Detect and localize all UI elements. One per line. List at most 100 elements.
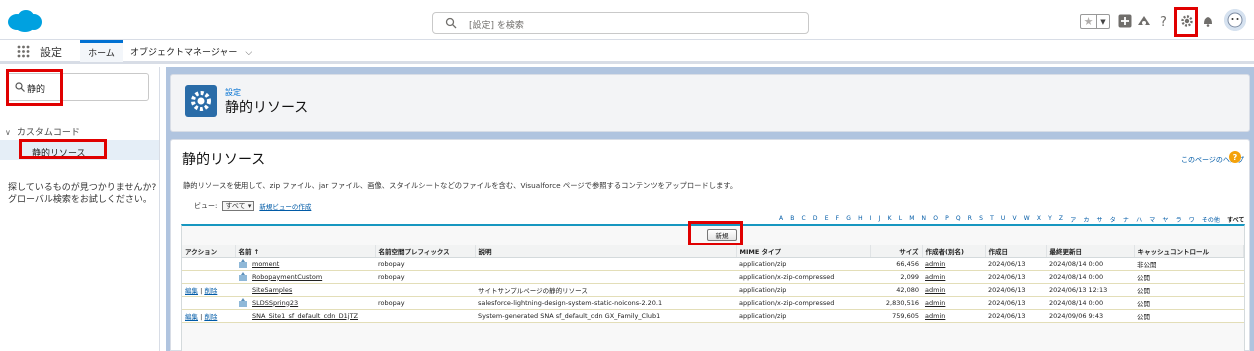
star-icon[interactable]: ★ [1081, 15, 1096, 28]
alpha-filter-letter[interactable]: ア [1070, 215, 1076, 224]
delete-link[interactable]: 削除 [204, 287, 217, 295]
col-header-namespace[interactable]: 名前空間プレフィックス [375, 245, 476, 258]
alpha-filter-letter[interactable]: カ [1083, 215, 1089, 224]
col-header-description[interactable]: 説明 [475, 245, 737, 258]
col-header-size[interactable]: サイズ [870, 245, 923, 258]
chevron-down-icon[interactable]: ⌵ [245, 48, 252, 58]
resource-name-link[interactable]: moment [252, 260, 279, 268]
alpha-filter-letter[interactable]: A [779, 215, 783, 224]
col-header-name[interactable]: 名前 ↑ [235, 245, 376, 258]
row-size: 2,099 [870, 270, 922, 284]
alpha-filter-letter[interactable]: ワ [1189, 215, 1195, 224]
alpha-filter-letter[interactable]: タ [1110, 215, 1116, 224]
salesforce-logo[interactable] [7, 9, 43, 33]
alpha-filter-letter[interactable]: ヤ [1162, 215, 1168, 224]
alpha-filter-letter[interactable]: O [933, 215, 938, 224]
alpha-filter-letter[interactable]: F [836, 215, 839, 224]
help-icon[interactable]: ? [1157, 14, 1171, 28]
alpha-filter-letter[interactable]: H [858, 215, 863, 224]
table-row: 編集 | 削除 SNA_Site1_sf_default_cdn_D1jTZ S… [182, 309, 1244, 323]
col-header-cache[interactable]: キャッシュコントロール [1134, 245, 1244, 258]
global-search-input[interactable]: [設定] を検索 [432, 12, 809, 34]
row-cache: 公開 [1134, 283, 1244, 297]
alpha-filter-letter[interactable]: M [909, 215, 914, 224]
alpha-filter-letter[interactable]: Z [1059, 215, 1063, 224]
alpha-filter-letter[interactable]: サ [1097, 215, 1103, 224]
edit-link[interactable]: 編集 [185, 287, 198, 295]
col-header-author[interactable]: 作成者(別名) [922, 245, 986, 258]
setup-sidebar: 静的 ∨ カスタムコード 静的リソース 探しているものが見つかりませんか? グロー… [0, 67, 160, 351]
page-header: 設定 静的リソース [170, 74, 1250, 132]
author-link[interactable]: admin [925, 273, 945, 281]
author-link[interactable]: admin [925, 299, 945, 307]
table-header-row: アクション 名前 ↑ 名前空間プレフィックス 説明 MIME タイプ サイズ 作… [182, 245, 1244, 258]
alpha-filter-letter[interactable]: ラ [1176, 215, 1182, 224]
row-description [475, 270, 736, 284]
tree-section-custom-code[interactable]: ∨ カスタムコード [5, 125, 80, 138]
tab-object-manager[interactable]: オブジェクトマネージャー ⌵ [130, 45, 252, 58]
notification-bell-icon[interactable] [1201, 14, 1215, 28]
alpha-filter-letter[interactable]: ハ [1136, 215, 1142, 224]
highlight-static-resources [19, 139, 107, 159]
resource-name-link[interactable]: SiteSamples [252, 286, 292, 294]
row-name-cell: SNA_Site1_sf_default_cdn_D1jTZ [235, 309, 375, 323]
app-launcher-icon[interactable] [17, 45, 30, 58]
author-link[interactable]: admin [925, 312, 945, 320]
sidebar-help-text: 探しているものが見つかりませんか? グローバル検索をお試しください。 [8, 183, 157, 205]
alpha-filter-letter[interactable]: Y [1048, 215, 1052, 224]
row-actions [182, 257, 235, 271]
alpha-filter-letter[interactable]: L [899, 215, 902, 224]
trailhead-icon[interactable] [1137, 14, 1151, 28]
favorites-control[interactable]: ★ ▼ [1080, 14, 1110, 29]
alpha-filter-letter[interactable]: E [825, 215, 829, 224]
alpha-filter-letter[interactable]: C [802, 215, 806, 224]
view-select[interactable]: すべて ▾ [222, 201, 255, 211]
col-header-created[interactable]: 作成日 [985, 245, 1047, 258]
row-size: 2,830,516 [870, 296, 922, 310]
alpha-filter-letter[interactable]: U [1001, 215, 1005, 224]
alpha-filter-letter[interactable]: S [979, 215, 983, 224]
table-row: SLDSSpring23 robopay salesforce-lightnin… [182, 296, 1244, 310]
help-icon[interactable]: ? [1229, 151, 1241, 163]
tab-home[interactable]: ホーム [80, 40, 123, 62]
author-link[interactable]: admin [925, 260, 945, 268]
chevron-down-icon[interactable]: ▼ [1096, 15, 1109, 28]
resource-name-link[interactable]: SLDSSpring23 [252, 299, 298, 307]
alpha-filter-letter[interactable]: ナ [1123, 215, 1129, 224]
alpha-filter-letter[interactable]: G [846, 215, 851, 224]
row-name-cell: moment [235, 257, 375, 271]
alpha-filter-letter[interactable]: V [1012, 215, 1016, 224]
alpha-filter-letter[interactable]: T [990, 215, 994, 224]
setup-gear-icon[interactable] [1180, 14, 1194, 28]
resource-name-link[interactable]: SNA_Site1_sf_default_cdn_D1jTZ [252, 312, 358, 320]
new-view-link[interactable]: 新規ビューの作成 [259, 201, 311, 211]
col-header-action: アクション [182, 245, 236, 258]
row-cache: 非公開 [1134, 257, 1244, 271]
alpha-filter-letter[interactable]: D [813, 215, 818, 224]
alpha-filter-letter[interactable]: P [945, 215, 949, 224]
alpha-filter-other[interactable]: その他 [1202, 215, 1220, 224]
delete-link[interactable]: 削除 [204, 313, 217, 321]
alpha-filter-letter[interactable]: X [1037, 215, 1041, 224]
alpha-filter-letter[interactable]: N [922, 215, 927, 224]
user-avatar[interactable] [1224, 9, 1246, 31]
alpha-filter-letter[interactable]: W [1024, 215, 1030, 224]
row-author-cell: admin [922, 270, 985, 284]
alpha-filter-letter[interactable]: マ [1149, 215, 1155, 224]
edit-link[interactable]: 編集 [185, 313, 198, 321]
alpha-filter-all[interactable]: すべて [1227, 215, 1245, 224]
alpha-filter-letter[interactable]: Q [956, 215, 961, 224]
alpha-filter-letter[interactable]: R [968, 215, 972, 224]
alpha-filter-letter[interactable]: B [790, 215, 794, 224]
alpha-filter-letter[interactable]: I [870, 215, 872, 224]
row-cache: 公開 [1134, 309, 1244, 323]
col-header-modified[interactable]: 最終更新日 [1046, 245, 1135, 258]
alpha-filter-letter[interactable]: K [888, 215, 892, 224]
add-icon[interactable] [1118, 14, 1132, 28]
col-header-mime[interactable]: MIME タイプ [736, 245, 871, 258]
row-mime: application/x-zip-compressed [736, 270, 870, 284]
resource-name-link[interactable]: RobopaymentCustom [252, 273, 322, 281]
alpha-filter-letter[interactable]: J [879, 215, 881, 224]
row-namespace [375, 283, 475, 297]
author-link[interactable]: admin [925, 286, 945, 294]
